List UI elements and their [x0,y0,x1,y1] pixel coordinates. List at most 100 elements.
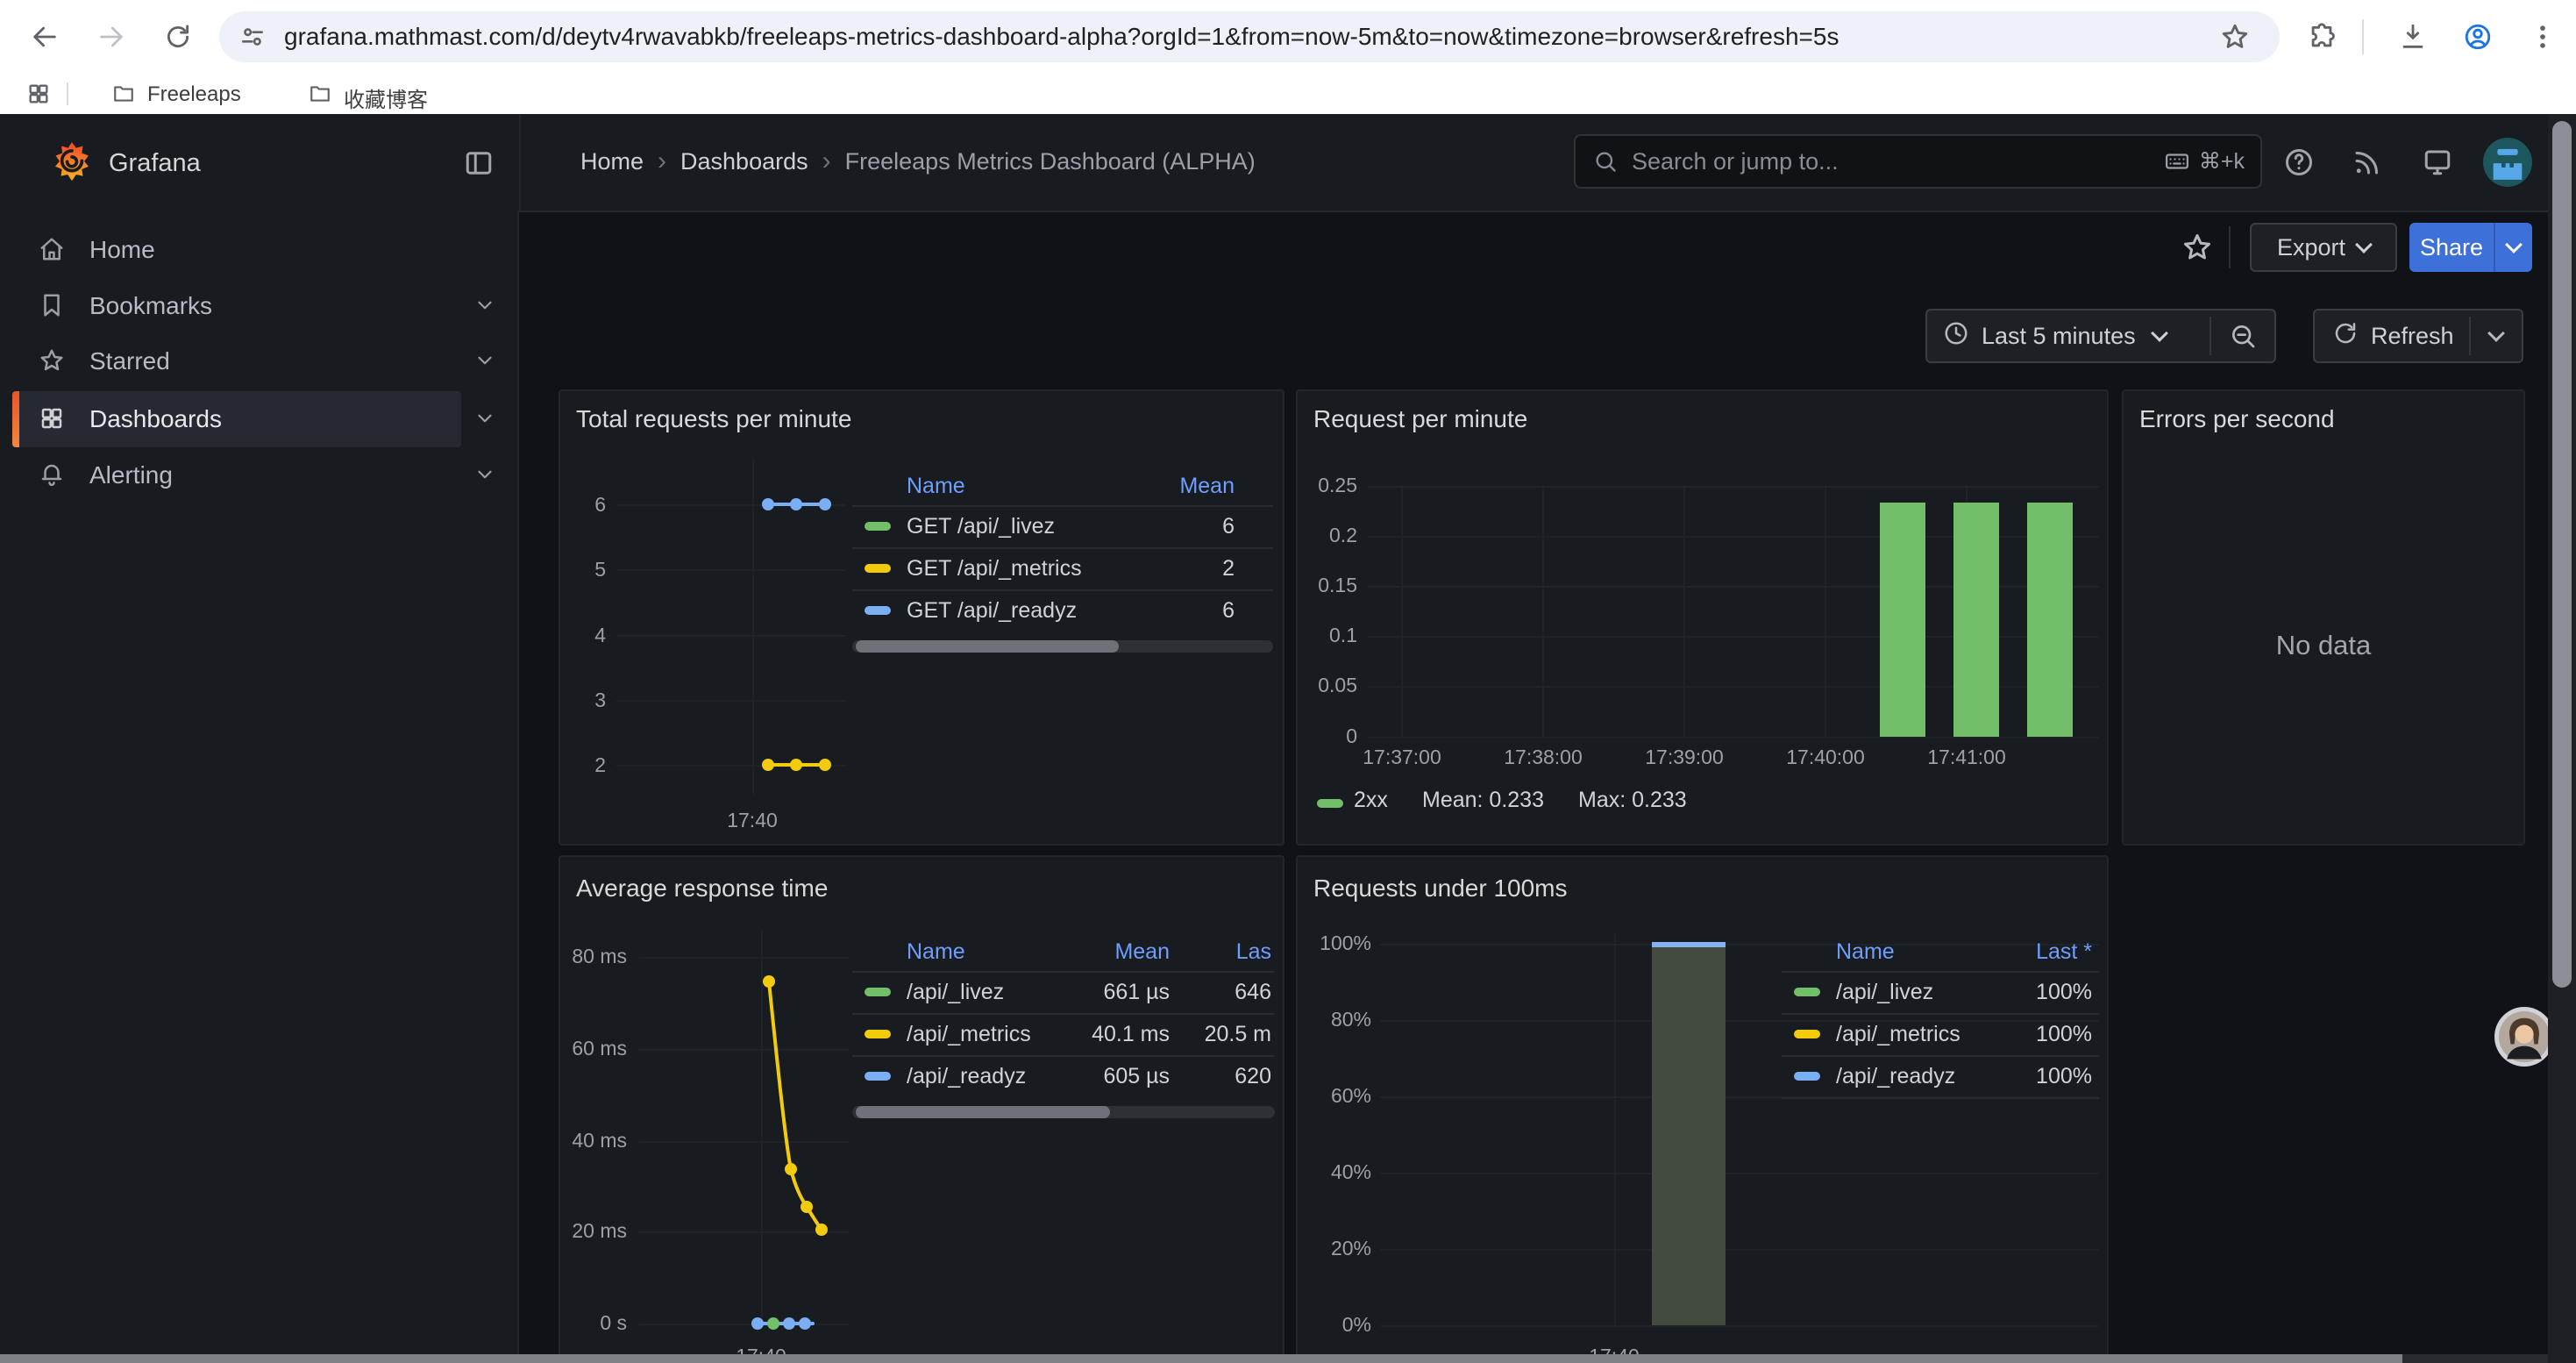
site-settings-icon[interactable] [238,23,267,55]
data-point[interactable] [819,498,831,510]
extensions-icon[interactable] [2307,22,2337,56]
favorite-dashboard-star-icon[interactable] [2181,232,2213,268]
legend-header-mean[interactable]: Mean [1179,474,1235,499]
data-point[interactable] [762,498,774,510]
horizontal-scrollbar-thumb[interactable] [0,1354,2402,1363]
chevron-down-icon[interactable] [473,463,496,490]
help-icon[interactable] [2283,146,2315,182]
legend-row[interactable]: /api/_readyz 100% [1782,1055,2099,1097]
panel-title[interactable]: Requests under 100ms [1313,874,1568,903]
bar-2xx[interactable] [1953,503,1999,737]
series-name[interactable]: /api/_livez [907,980,1004,1005]
sidebar-item-label[interactable]: Bookmarks [89,292,212,320]
legend-header-mean[interactable]: Mean [1114,939,1170,965]
export-button[interactable]: Export [2250,223,2397,272]
browser-menu-icon[interactable] [2528,22,2558,56]
grafana-logo[interactable] [49,140,95,190]
legend-row[interactable]: GET /api/_metrics 2 [852,547,1273,589]
search-box[interactable]: ⌘+k [1574,134,2262,189]
vertical-scrollbar-thumb[interactable] [2552,121,2572,988]
legend-scrollbar-thumb[interactable] [856,1106,1110,1118]
folder-icon[interactable] [112,82,135,110]
bar-2xx[interactable] [2027,503,2073,737]
back-icon[interactable] [30,22,60,56]
sidebar-item-label[interactable]: Dashboards [89,405,222,433]
reload-icon[interactable] [163,22,193,56]
floating-assistant-avatar[interactable] [2494,1007,2554,1071]
panel-title[interactable]: Errors per second [2139,405,2335,433]
series-name[interactable]: 2xx [1354,788,1388,813]
bookmark-folder-freeleaps[interactable]: Freeleaps [147,82,241,107]
zoom-out-button[interactable] [2211,322,2274,350]
sidebar-item-home[interactable]: Home [0,225,517,275]
series-name[interactable]: GET /api/_readyz [907,598,1077,624]
legend-row[interactable]: GET /api/_readyz 6 [852,589,1273,632]
sidebar-item-label[interactable]: Alerting [89,461,173,489]
area-fill-100pct[interactable] [1652,942,1726,1325]
legend-scrollbar[interactable] [852,1106,1275,1118]
legend-header-last[interactable]: Las [1236,939,1271,965]
panel-request-per-minute[interactable]: Request per minute 0.25 0.2 0.15 0.1 0.0… [1296,389,2109,846]
bookmark-star-icon[interactable] [2220,22,2250,56]
legend-row[interactable]: GET /api/_livez 6 [852,505,1273,547]
url-text[interactable]: grafana.mathmast.com/d/deytv4rwavabkb/fr… [284,23,1839,51]
data-point[interactable] [819,759,831,771]
series-name[interactable]: /api/_metrics [1836,1022,1960,1047]
legend-header-name[interactable]: Name [907,939,965,965]
series-name[interactable]: /api/_livez [1836,980,1933,1005]
data-point[interactable] [801,1201,813,1213]
legend-row[interactable]: /api/_metrics 100% [1782,1013,2099,1055]
bar-2xx[interactable] [1880,503,1925,737]
sidebar-item-label[interactable]: Home [89,236,155,264]
panel-total-requests[interactable]: Total requests per minute 6 5 4 3 2 17:4… [559,389,1284,846]
time-range-picker[interactable]: Last 5 minutes [1927,320,2210,353]
sidebar-item-starred[interactable]: Starred [0,337,517,386]
legend-row[interactable]: /api/_livez 100% [1782,971,2099,1013]
refresh-button[interactable]: Refresh [2315,320,2469,353]
sidebar-item-alerting[interactable]: Alerting [0,451,517,500]
legend-header-last[interactable]: Last * [2036,939,2092,965]
series-name[interactable]: /api/_readyz [1836,1064,1955,1089]
downloads-icon[interactable] [2398,22,2428,56]
panel-average-response-time[interactable]: Average response time 80 ms 60 ms 40 ms … [559,855,1284,1363]
data-point[interactable] [783,1317,795,1330]
breadcrumb-dashboards[interactable]: Dashboards [680,148,808,175]
legend-row[interactable]: /api/_livez 661 µs 646 [852,971,1275,1013]
data-point[interactable] [799,1317,811,1330]
folder-icon[interactable] [309,82,331,110]
chevron-down-icon[interactable] [473,349,496,376]
panel-requests-under-100ms[interactable]: Requests under 100ms 100% 80% 60% 40% 20… [1296,855,2109,1363]
grafana-brand[interactable]: Grafana [109,149,201,178]
monitor-icon[interactable] [2422,146,2453,182]
series-name[interactable]: GET /api/_livez [907,514,1055,539]
data-point[interactable] [767,1317,779,1330]
legend-header-name[interactable]: Name [907,474,965,499]
panel-title[interactable]: Request per minute [1313,405,1527,433]
legend-scrollbar-thumb[interactable] [856,640,1119,653]
legend-row[interactable]: /api/_metrics 40.1 ms 20.5 m [852,1013,1275,1055]
series-name[interactable]: /api/_readyz [907,1064,1026,1089]
share-dropdown-button[interactable] [2494,223,2532,272]
collapse-sidebar-icon[interactable] [463,147,495,183]
forward-icon[interactable] [96,22,126,56]
apps-grid-icon[interactable] [26,82,51,111]
bookmark-folder-blogs[interactable]: 收藏博客 [344,82,428,113]
sidebar-item-bookmarks[interactable]: Bookmarks [0,282,517,331]
chevron-down-icon[interactable] [473,294,496,321]
data-point[interactable] [790,498,802,510]
news-rss-icon[interactable] [2352,146,2383,182]
panel-title[interactable]: Total requests per minute [576,405,851,433]
share-button[interactable]: Share [2409,223,2494,272]
panel-errors-per-second[interactable]: Errors per second No data [2122,389,2525,846]
series-name[interactable]: GET /api/_metrics [907,556,1082,582]
data-point[interactable] [751,1317,764,1330]
user-avatar[interactable] [2483,138,2532,191]
legend-header-name[interactable]: Name [1836,939,1895,965]
profile-icon[interactable] [2463,22,2493,56]
data-point[interactable] [815,1224,828,1236]
data-point[interactable] [762,759,774,771]
sidebar-item-dashboards[interactable]: Dashboards [0,395,517,444]
legend-row[interactable]: /api/_readyz 605 µs 620 [852,1055,1275,1097]
legend-scrollbar[interactable] [852,640,1273,653]
search-input[interactable] [1630,139,2089,183]
